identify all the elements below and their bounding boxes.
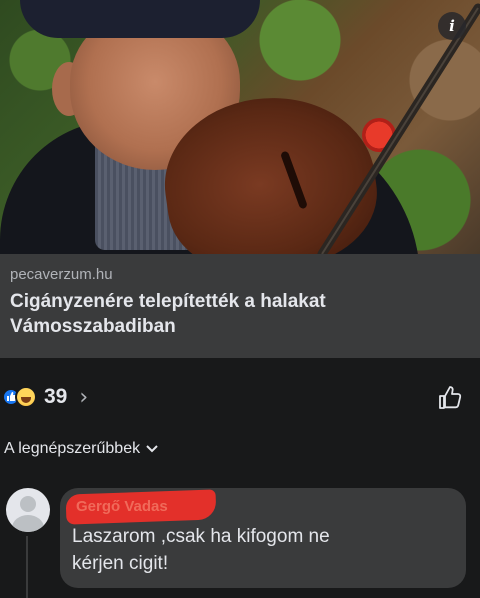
avatar[interactable] [6, 488, 50, 532]
link-domain: pecaverzum.hu [10, 266, 113, 283]
reaction-count[interactable]: 39 [44, 385, 67, 409]
post-photo[interactable]: i [0, 0, 480, 254]
comment-text: Laszarom ,csak ha kifogom ne kérjen cigi… [72, 523, 454, 577]
avatar-body [12, 515, 44, 532]
link-preview[interactable]: pecaverzum.hu Cigányzenére telepítették … [0, 254, 480, 358]
comment-text-line2: kérjen cigit! [72, 553, 169, 574]
info-icon[interactable]: i [438, 12, 466, 40]
thread-line [26, 536, 28, 598]
comment-author[interactable]: Gergő Vadas [65, 489, 217, 525]
sort-label: A legnépszerűbbek [4, 440, 141, 457]
photo-bow [317, 3, 480, 254]
comment-author-name: Gergő Vadas [76, 498, 168, 515]
avatar-head [20, 496, 36, 512]
thumbs-up-icon[interactable] [436, 384, 464, 412]
info-label: i [449, 17, 455, 35]
comment-text-line1: Laszarom ,csak ha kifogom ne [72, 526, 330, 547]
link-title-line1: Cigányzenére telepítették a halakat [10, 291, 326, 312]
chevron-down-icon [146, 442, 158, 456]
reaction-icons[interactable] [2, 385, 42, 409]
reactions-bar: 39 › [0, 372, 480, 422]
link-title-line2: Vámosszabadiban [10, 316, 176, 337]
haha-reaction-icon [15, 386, 37, 408]
comment-sort-dropdown[interactable]: A legnépszerűbbek [4, 440, 158, 458]
comment-bubble[interactable]: Gergő Vadas Laszarom ,csak ha kifogom ne… [60, 488, 466, 588]
chevron-right-icon[interactable]: › [79, 385, 88, 410]
link-title: Cigányzenére telepítették a halakat Vámo… [10, 289, 470, 339]
